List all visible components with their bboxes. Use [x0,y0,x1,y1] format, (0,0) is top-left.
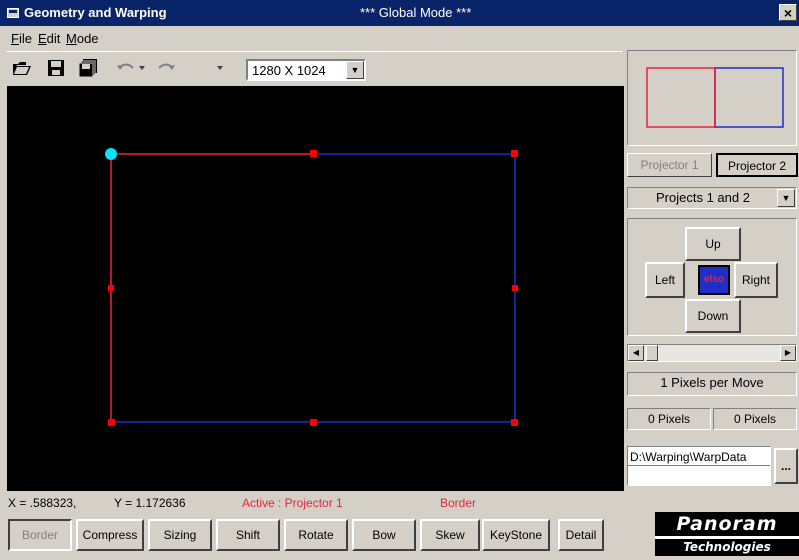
window-title: Geometry and Warping [24,5,167,20]
shift-button[interactable]: Shift [216,519,280,551]
status-mode: Border [440,496,477,510]
projects-select-value: Projects 1 and 2 [656,190,750,205]
redo-icon[interactable] [156,58,176,78]
resolution-value: 1280 X 1024 [252,63,326,78]
menu-mode-label: ode [76,31,99,46]
shift-label: Shift [235,528,260,542]
warp-canvas[interactable] [7,86,624,491]
menu-mode[interactable]: Mode [66,31,99,46]
scroll-left-icon[interactable]: ◀ [628,345,644,361]
right-button[interactable]: Right [734,262,778,298]
bow-button[interactable]: Bow [352,519,416,551]
save-icon[interactable] [46,58,66,78]
bow-label: Bow [372,528,396,542]
projector1-button[interactable]: Projector 1 [627,153,712,177]
scroll-right-icon[interactable]: ▶ [780,345,796,361]
projects-select[interactable]: Projects 1 and 2 ▼ [627,187,797,209]
handle-right-mid[interactable] [512,285,518,291]
preview-projector2 [714,67,784,128]
status-active-projector: Active : Projector 1 [242,496,343,510]
browse-button[interactable]: ... [774,448,798,484]
left-button[interactable]: Left [645,262,685,298]
border-label: Border [21,528,59,542]
warp-grid[interactable] [7,86,624,491]
handle-bottom-mid[interactable] [310,419,317,426]
detail-button[interactable]: Detail [558,519,604,551]
down-button[interactable]: Down [685,299,741,333]
up-button[interactable]: Up [685,227,741,261]
sizing-button[interactable]: Sizing [148,519,212,551]
chevron-down-icon[interactable]: ▼ [777,189,795,207]
projector2-button[interactable]: Projector 2 [716,153,798,177]
keystone-label: KeyStone [489,528,543,542]
compress-label: Compress [82,528,138,542]
menu-file[interactable]: File [11,31,32,46]
status-x: X = .588323, [8,496,77,510]
handle-left-mid[interactable] [108,285,114,291]
pixels-y-readout: 0 Pixels [713,408,797,430]
redo-dropdown-icon[interactable] [214,58,226,78]
projector1-label: Projector 1 [640,158,699,172]
undo-icon[interactable] [116,58,136,78]
app-icon [7,8,19,18]
keystone-button[interactable]: KeyStone [482,519,550,551]
title-bar[interactable]: Geometry and Warping *** Global Mode ***… [0,0,799,26]
compress-button[interactable]: Compress [76,519,144,551]
sizing-label: Sizing [163,528,197,542]
panoram-logo: Panoram Technologies [655,512,799,556]
border-button[interactable]: Border [8,519,72,551]
detail-label: Detail [565,528,597,542]
resolution-select[interactable]: 1280 X 1024 ▼ [246,59,366,81]
projector2-label: Projector 2 [727,159,787,173]
handle-top-mid[interactable] [310,150,317,157]
save-all-icon[interactable] [78,58,98,78]
rotate-button[interactable]: Rotate [284,519,348,551]
menu-file-label: ile [18,31,32,46]
skew-button[interactable]: Skew [420,519,480,551]
data-path-value: D:\Warping\WarpData [630,450,747,464]
open-icon[interactable] [12,58,32,78]
logo-bottom-text: Technologies [655,539,799,556]
mode-title: *** Global Mode *** [360,5,472,20]
handle-bottom-right[interactable] [511,419,518,426]
app-window: Geometry and Warping *** Global Mode ***… [0,0,799,560]
menu-edit-label: dit [46,31,61,46]
scroll-thumb[interactable] [646,345,658,361]
chevron-down-icon[interactable]: ▼ [346,61,364,79]
divider [628,465,770,466]
menu-bar: File Edit Mode [0,27,625,49]
close-button[interactable]: × [779,4,797,21]
preview-projector1 [646,67,716,128]
pixels-per-move: 1 Pixels per Move [627,372,797,396]
skew-label: Skew [435,528,465,542]
pixels-x-readout: 0 Pixels [627,408,711,430]
data-path-field[interactable]: D:\Warping\WarpData [627,446,771,486]
logo-top-text: Panoram [655,512,799,536]
handle-top-right[interactable] [511,150,518,157]
handle-bottom-left[interactable] [108,419,115,426]
undo-dropdown-icon[interactable] [136,58,148,78]
menu-edit[interactable]: Edit [38,31,60,46]
handle-top-left-active[interactable] [105,148,117,160]
status-y: Y = 1.172636 [114,496,186,510]
rotate-label: Rotate [298,528,334,542]
center-button[interactable]: elso [698,265,730,295]
toolbar: 1280 X 1024 ▼ [6,51,622,85]
projector-preview [627,50,797,146]
step-scrollbar[interactable]: ◀ ▶ [627,344,797,362]
